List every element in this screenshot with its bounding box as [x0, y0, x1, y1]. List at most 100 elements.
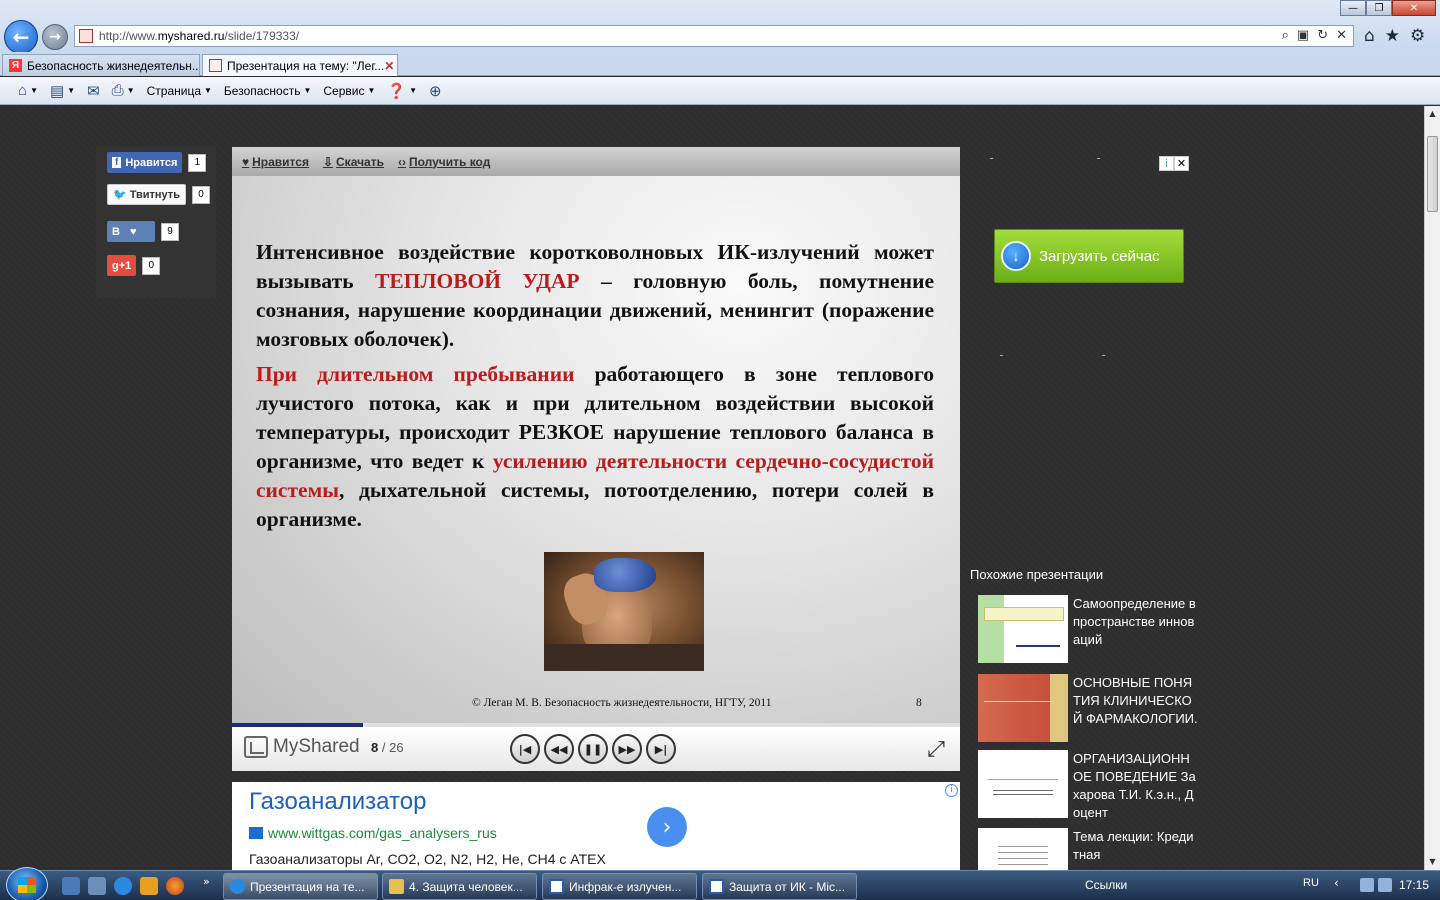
similar-item-title[interactable]: Тема лекции: Кредитная [1073, 828, 1198, 864]
links-toolbar[interactable]: Ссылки [1085, 878, 1127, 892]
home-icon[interactable]: ⌂ [1364, 26, 1375, 46]
research-icon: ⊕ [429, 82, 442, 100]
myshared-logo[interactable]: MyShared [244, 736, 360, 758]
back-button[interactable]: ← [4, 20, 38, 54]
research-button[interactable]: ⊕ [429, 82, 442, 100]
minimize-button[interactable]: — [1340, 0, 1366, 16]
close-window-button[interactable]: ✕ [1392, 0, 1436, 16]
page-menu[interactable]: Страница ▼ [147, 84, 212, 98]
presentation-thumbnail[interactable] [978, 750, 1068, 818]
similar-item-title[interactable]: Самоопределение в пространстве инноваций [1073, 595, 1198, 649]
vertical-scrollbar[interactable]: ▲ ▼ [1424, 106, 1440, 870]
taskbar-item-word-1[interactable]: Инфрак-е излучен... [542, 873, 697, 900]
text-ad[interactable]: Газоанализатор www.wittgas.com/gas_analy… [232, 782, 960, 872]
feeds-menu[interactable]: ▤ ▼ [50, 82, 75, 100]
similar-item-title[interactable]: ОРГАНИЗАЦИОННОЕ ПОВЕДЕНИЕ Захарова Т.И. … [1073, 750, 1198, 822]
pause-button[interactable]: ❚❚ [578, 734, 608, 764]
scroll-down-arrow-icon[interactable]: ▼ [1425, 854, 1440, 870]
first-slide-button[interactable]: |◀ [510, 734, 540, 764]
google-plus-one[interactable]: g+1 0 [107, 255, 161, 276]
clock[interactable]: 17:15 [1399, 878, 1429, 892]
web-page: f Нравится 1 🐦 Твитнуть 0 В ♥ 9 g+1 0 ♥ Нрав… [0, 106, 1424, 896]
security-menu[interactable]: Безопасность ▼ [224, 84, 311, 98]
social-share-panel: f Нравится 1 🐦 Твитнуть 0 В ♥ 9 g+1 0 [96, 146, 216, 298]
volume-icon[interactable] [1378, 878, 1392, 892]
language-indicator[interactable]: RU [1303, 877, 1319, 889]
chevron-down-icon: ▼ [303, 86, 312, 95]
taskbar-item-folder[interactable]: 4. Защита человек... [382, 873, 537, 900]
download-arrow-icon: ↓ [1001, 241, 1031, 271]
ad-info-icon[interactable]: i [945, 784, 958, 797]
search-icon[interactable]: ⌕ [1282, 28, 1289, 43]
code-icon: ‹› [397, 154, 406, 169]
slide-canvas: Интенсивное воздействие коротковолновых … [232, 176, 960, 723]
word-document-icon [549, 879, 564, 894]
twitter-count: 0 [191, 185, 210, 204]
stop-icon[interactable]: ✕ [1336, 28, 1347, 43]
next-slide-button[interactable]: ▶▶ [612, 734, 642, 764]
favorites-star-icon[interactable]: ★ [1385, 26, 1400, 46]
facebook-like[interactable]: f Нравится 1 [107, 152, 207, 173]
firefox-icon[interactable] [166, 877, 184, 895]
network-icon[interactable] [1360, 878, 1374, 892]
forward-button[interactable]: → [42, 24, 68, 50]
presentation-thumbnail[interactable] [978, 674, 1068, 742]
last-slide-button[interactable]: ▶| [646, 734, 676, 764]
similar-item[interactable]: ОСНОВНЫЕ ПОНЯТИЯ КЛИНИЧЕСКОЙ ФАРМАКОЛОГИ… [978, 674, 1198, 744]
similar-item[interactable]: ОРГАНИЗАЦИОННОЕ ПОВЕДЕНИЕ Захарова Т.И. … [978, 750, 1198, 820]
command-bar: ⌂ ▼ ▤ ▼ ✉ ⎙ ▼ Страница ▼ Безопасность ▼ Серви… [0, 77, 1440, 105]
address-url[interactable]: http://www.myshared.ru/slide/179333/ [99, 29, 299, 43]
similar-item-title[interactable]: ОСНОВНЫЕ ПОНЯТИЯ КЛИНИЧЕСКОЙ ФАРМАКОЛОГИ… [1073, 674, 1198, 728]
media-player-icon[interactable] [140, 877, 158, 895]
internet-explorer-icon [230, 879, 245, 894]
address-bar[interactable]: http://www.myshared.ru/slide/179333/ ⌕ ▣… [74, 25, 1354, 47]
tab-presentation[interactable]: Презентация на тему: "Лег... ✕ [202, 54, 398, 76]
tab-label: Безопасность жизнедеятельн... [27, 58, 200, 73]
tools-gear-icon[interactable]: ⚙ [1410, 26, 1425, 46]
mail-button[interactable]: ✉ [87, 82, 100, 100]
chevron-down-icon: ▼ [126, 86, 135, 95]
vk-like[interactable]: В ♥ 9 [107, 221, 179, 242]
ad-url[interactable]: www.wittgas.com/gas_analysers_rus [249, 825, 497, 841]
scroll-thumb[interactable] [1427, 136, 1438, 212]
taskbar-item-ie[interactable]: Презентация на те... [223, 873, 378, 900]
download-link[interactable]: ⇩ Скачать [323, 155, 384, 169]
print-menu[interactable]: ⎙ ▼ [112, 82, 135, 99]
like-link[interactable]: ♥ Нравится [242, 155, 309, 169]
ad-arrow-button[interactable]: › [647, 807, 687, 847]
show-desktop-icon[interactable] [62, 877, 80, 895]
presentation-icon [244, 736, 268, 758]
maximize-button[interactable]: ❐ [1366, 0, 1392, 16]
switch-windows-icon[interactable] [88, 877, 106, 895]
presentation-thumbnail[interactable] [978, 595, 1068, 663]
tray-expand-icon[interactable]: ‹ [1334, 876, 1339, 890]
embed-code-link[interactable]: ‹› Получить код [398, 155, 490, 169]
vk-count: 9 [161, 222, 179, 241]
help-menu[interactable]: ❓ ▼ [387, 82, 417, 100]
tab-close-icon[interactable]: ✕ [384, 59, 394, 73]
compat-view-icon[interactable]: ▣ [1297, 28, 1309, 43]
start-button[interactable] [6, 867, 48, 900]
internet-explorer-icon[interactable] [114, 877, 132, 895]
taskbar-item-word-2[interactable]: Защита от ИК - Mic... [702, 873, 857, 900]
prev-slide-button[interactable]: ◀◀ [544, 734, 574, 764]
service-menu[interactable]: Сервис ▼ [323, 84, 375, 98]
man-with-ice-pack-photo [544, 552, 704, 671]
refresh-icon[interactable]: ↻ [1317, 28, 1328, 43]
slide-number: 8 [916, 697, 922, 709]
player-toolbar: ♥ Нравится ⇩ Скачать ‹› Получить код [232, 147, 960, 176]
ad-info-icon[interactable]: i [1159, 156, 1174, 171]
fullscreen-icon[interactable]: ⤢ [924, 738, 948, 762]
similar-item[interactable]: Самоопределение в пространстве инноваций [978, 595, 1198, 665]
tab-bzd[interactable]: Я Безопасность жизнедеятельн... [2, 54, 200, 76]
ad-title[interactable]: Газоанализатор [249, 788, 426, 816]
slide-copyright: © Леган М. В. Безопасность жизнедеятельн… [472, 697, 772, 709]
twitter-tweet[interactable]: 🐦 Твитнуть 0 [107, 184, 210, 205]
quick-launch-more-icon[interactable]: » [203, 875, 210, 888]
home-menu[interactable]: ⌂ ▼ [18, 82, 38, 99]
facebook-icon: f [112, 157, 122, 168]
scroll-up-arrow-icon[interactable]: ▲ [1425, 106, 1440, 122]
home-icon: ⌂ [18, 82, 28, 99]
download-now-button[interactable]: ↓ Загрузить сейчас [994, 229, 1184, 283]
ad-close-icon[interactable]: ✕ [1174, 156, 1189, 171]
